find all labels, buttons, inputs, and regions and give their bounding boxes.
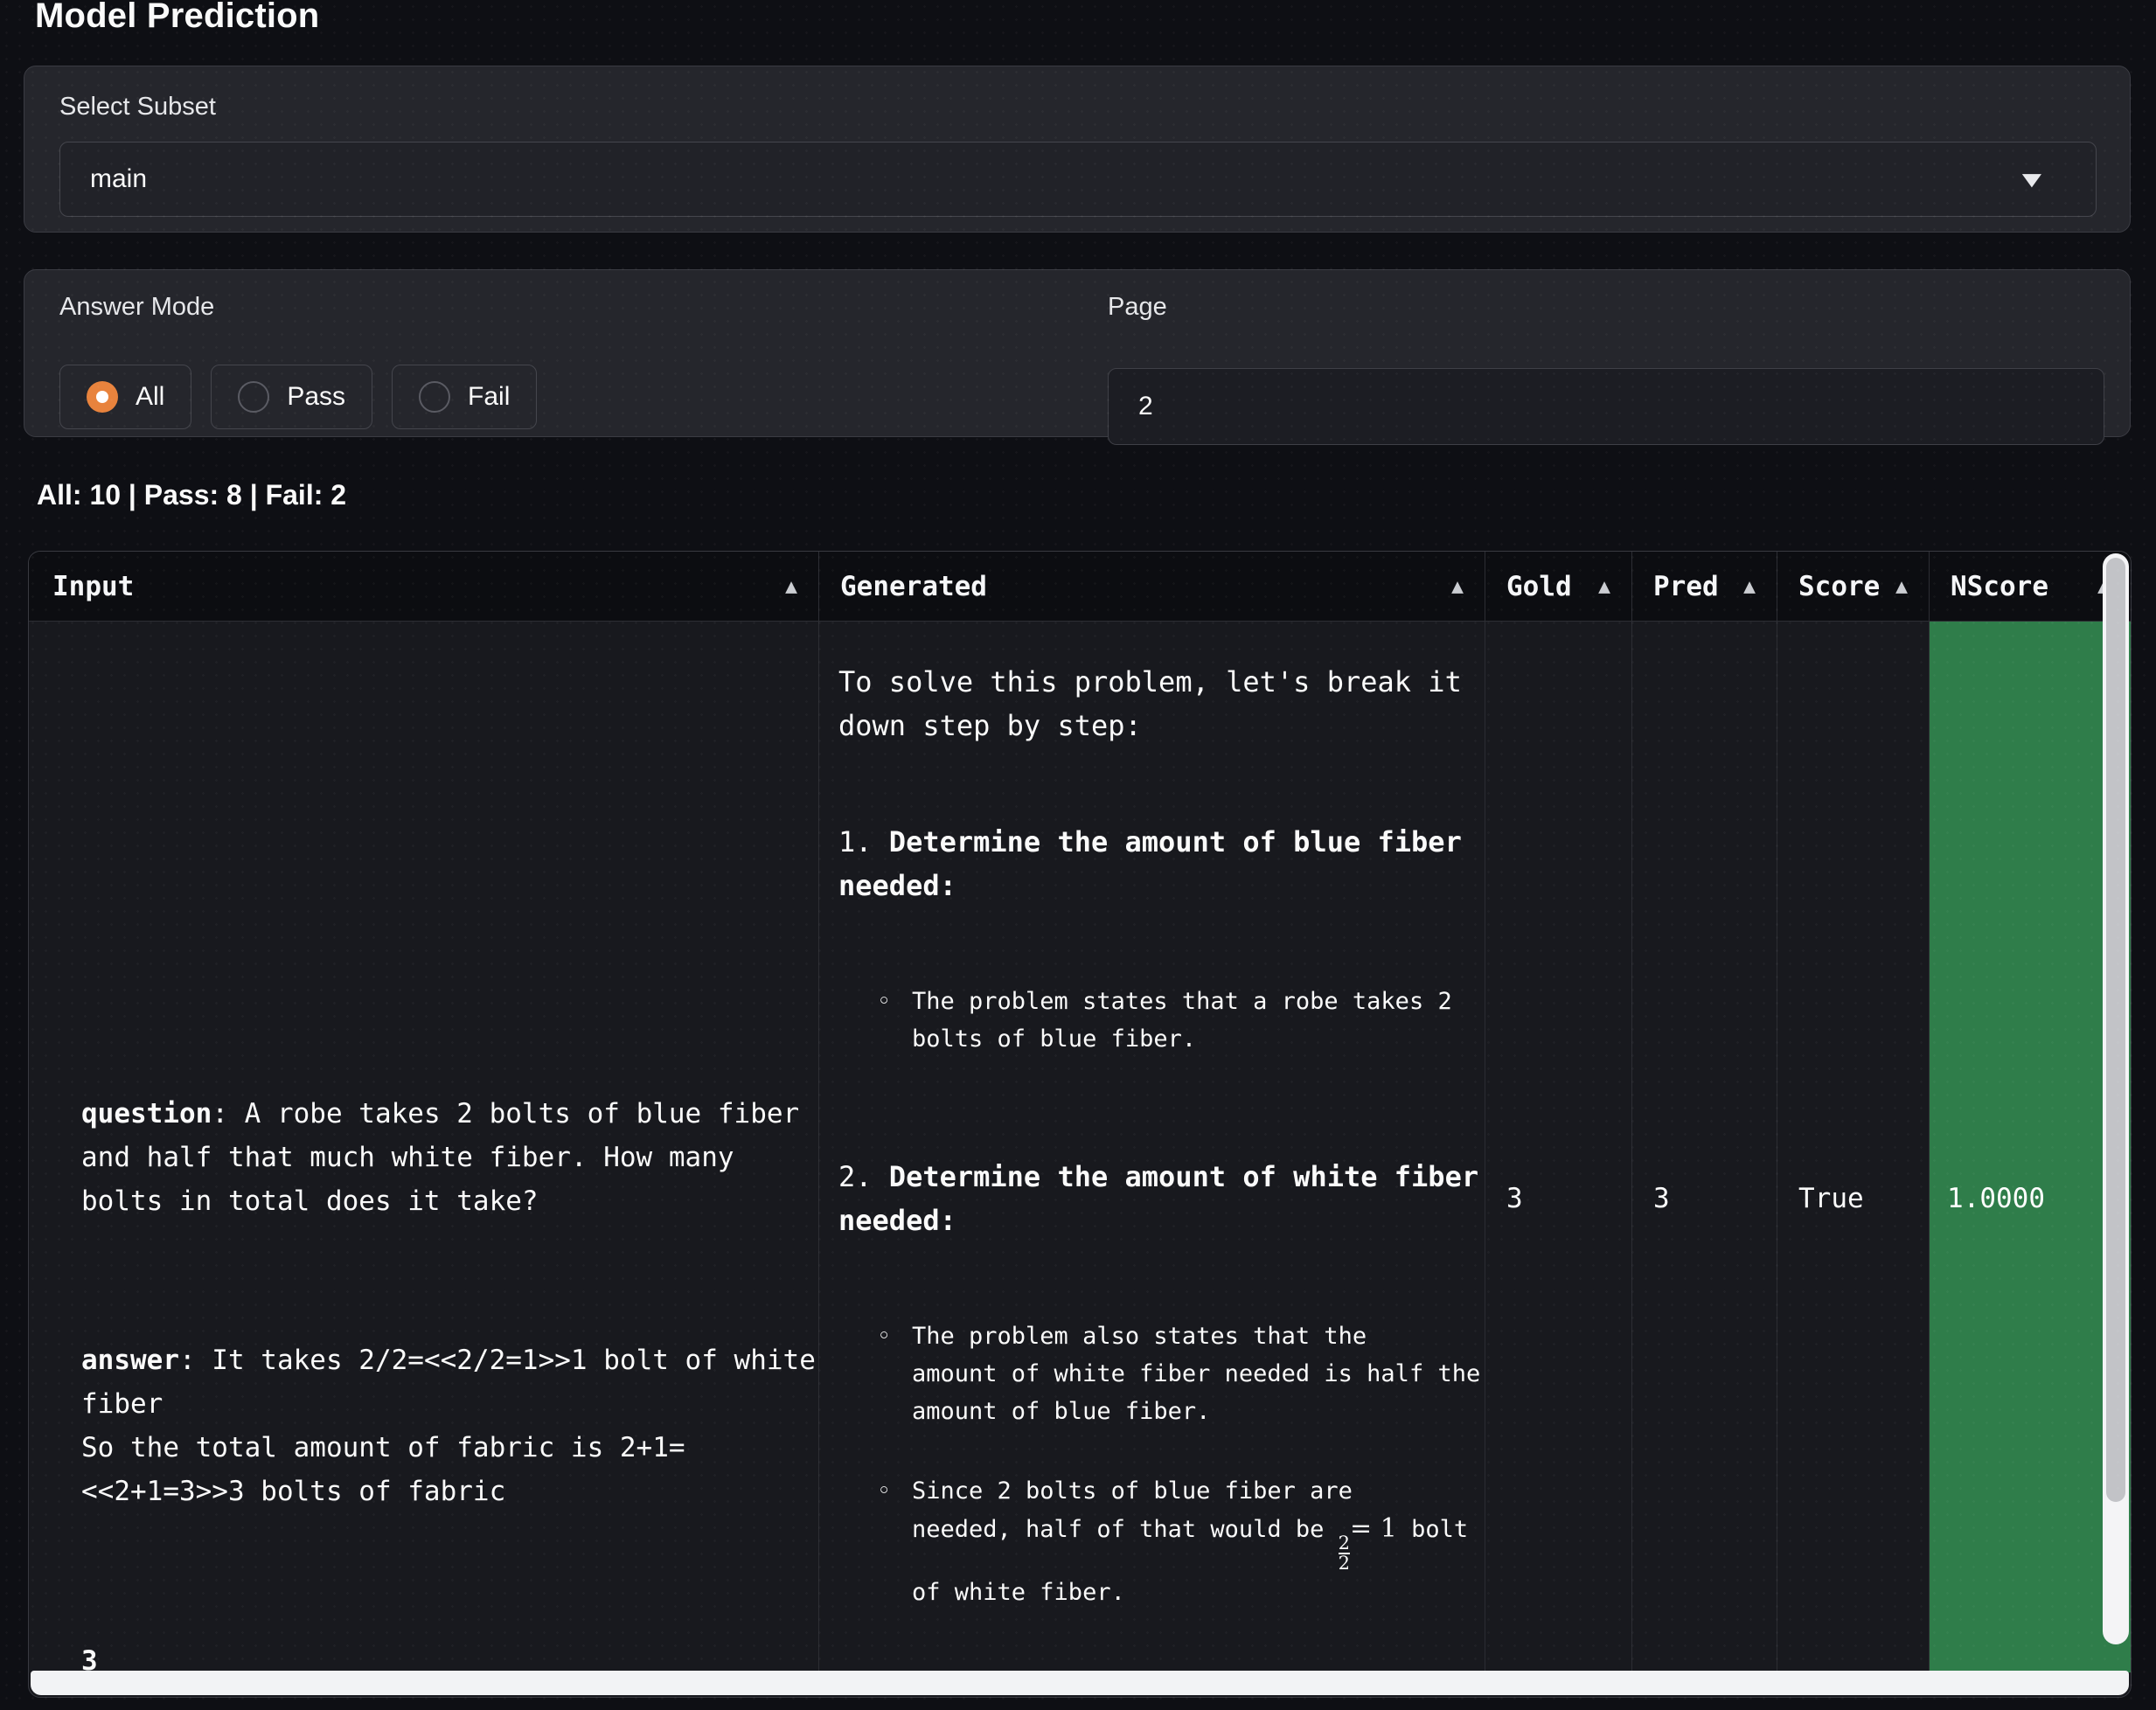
- radio-option-fail[interactable]: Fail: [392, 365, 537, 429]
- cell-pred[interactable]: 3: [1631, 622, 1777, 1672]
- bullet-text: The problem also states that the amount …: [912, 1323, 1480, 1425]
- section-number: 1.: [838, 825, 889, 858]
- bullet-text: Since 2 bolts of blue fiber are needed, …: [912, 1477, 1353, 1543]
- cell-gold[interactable]: 3: [1485, 622, 1631, 1672]
- column-header-label: Generated: [840, 571, 987, 602]
- app-root: Model Prediction Select Subset main ▼ An…: [0, 0, 2156, 1710]
- section-title-text: Determine the amount of white fiber need…: [838, 1160, 1478, 1237]
- section-title-text: Determine the amount of blue fiber neede…: [838, 825, 1462, 902]
- bullet-text: The problem states that a robe takes 2 b…: [912, 988, 1452, 1053]
- sort-icon: ▲: [1451, 575, 1464, 598]
- answer-mode-label: Answer Mode: [59, 293, 1091, 322]
- column-header-generated[interactable]: Generated ▲: [818, 552, 1485, 621]
- answer-text: : It takes 2/2=<<2/2=1>>1 bolt of white …: [81, 1345, 816, 1507]
- final-answer: 3: [81, 1645, 98, 1672]
- list-item: The problem states that a robe takes 2 b…: [838, 983, 1473, 1058]
- column-header-input[interactable]: Input ▲: [29, 552, 818, 621]
- sort-icon: ▲: [1598, 575, 1610, 598]
- section-number: 2.: [838, 1160, 889, 1193]
- horizontal-scrollbar[interactable]: [31, 1671, 2129, 1695]
- column-header-label: NScore: [1951, 571, 2048, 602]
- sort-icon: ▲: [785, 575, 797, 598]
- column-header-pred[interactable]: Pred ▲: [1631, 552, 1777, 621]
- radio-label-fail: Fail: [468, 382, 510, 412]
- score-value: True: [1798, 1183, 1864, 1214]
- chevron-down-icon: ▼: [2015, 168, 2048, 191]
- fraction-denominator: 2: [1339, 1553, 1350, 1573]
- sort-icon: ▲: [1895, 575, 1908, 598]
- answer-mode-radio-group: All Pass Fail: [59, 365, 537, 429]
- controls-card: Answer Mode All Pass Fail Page 2: [24, 269, 2131, 437]
- fraction-numerator: 2: [1339, 1534, 1350, 1553]
- vertical-scrollbar-thumb[interactable]: [2106, 558, 2125, 1502]
- page-column: Page 2: [1108, 293, 2104, 322]
- question-label: question: [81, 1098, 212, 1130]
- counts-status: All: 10 | Pass: 8 | Fail: 2: [37, 479, 346, 511]
- gold-value: 3: [1506, 1183, 1523, 1214]
- radio-label-all: All: [136, 382, 164, 412]
- cell-generated[interactable]: To solve this problem, let's break it do…: [818, 622, 1485, 1672]
- generated-section-title: 1. Determine the amount of blue fiber ne…: [838, 820, 1473, 907]
- vertical-scrollbar-track[interactable]: [2103, 553, 2129, 1644]
- subset-label: Select Subset: [59, 93, 216, 122]
- fraction: 22: [1339, 1534, 1350, 1574]
- subset-card: Select Subset main ▼: [24, 66, 2131, 233]
- subset-select[interactable]: main ▼: [59, 142, 2097, 217]
- generated-bullet-list: The problem states that a robe takes 2 b…: [838, 949, 1473, 1100]
- column-header-label: Input: [52, 571, 134, 602]
- column-header-label: Pred: [1653, 571, 1719, 602]
- cell-input[interactable]: question: A robe takes 2 bolts of blue f…: [29, 622, 818, 1672]
- page-number-input[interactable]: 2: [1108, 368, 2104, 445]
- generated-intro: To solve this problem, let's break it do…: [838, 660, 1473, 747]
- pred-value: 3: [1653, 1183, 1670, 1214]
- list-item: Since 2 bolts of blue fiber are needed, …: [838, 1472, 1473, 1611]
- radio-label-pass: Pass: [287, 382, 345, 412]
- answer-mode-column: Answer Mode All Pass Fail: [59, 293, 1091, 322]
- input-cell-content: question: A robe takes 2 bolts of blue f…: [81, 1004, 818, 1672]
- answer-label: answer: [81, 1345, 179, 1376]
- math-equals: = 1: [1350, 1513, 1397, 1544]
- page-number-value: 2: [1109, 392, 1153, 421]
- page-label: Page: [1108, 293, 2104, 322]
- column-header-score[interactable]: Score ▲: [1777, 552, 1929, 621]
- column-header-label: Gold: [1506, 571, 1572, 602]
- table-row: question: A robe takes 2 bolts of blue f…: [29, 622, 2131, 1672]
- column-header-nscore[interactable]: NScore ▲: [1929, 552, 2131, 621]
- radio-option-all[interactable]: All: [59, 365, 191, 429]
- radio-unselected-icon: [419, 381, 450, 413]
- table-header-row: Input ▲ Generated ▲ Gold ▲ Pred ▲ Score …: [29, 552, 2131, 622]
- cell-nscore[interactable]: 1.0000: [1929, 622, 2131, 1672]
- subset-selected-value: main: [60, 164, 147, 194]
- sort-icon: ▲: [1743, 575, 1756, 598]
- radio-unselected-icon: [238, 381, 269, 413]
- predictions-table: Input ▲ Generated ▲ Gold ▲ Pred ▲ Score …: [28, 551, 2132, 1698]
- radio-option-pass[interactable]: Pass: [211, 365, 372, 429]
- cell-score[interactable]: True: [1777, 622, 1929, 1672]
- radio-selected-icon: [87, 381, 118, 413]
- column-header-gold[interactable]: Gold ▲: [1485, 552, 1631, 621]
- generated-cell-content: To solve this problem, let's break it do…: [838, 627, 1473, 1672]
- nscore-value: 1.0000: [1947, 1183, 2045, 1214]
- page-title: Model Prediction: [35, 0, 319, 37]
- generated-section-title: 2. Determine the amount of white fiber n…: [838, 1155, 1473, 1242]
- column-header-label: Score: [1798, 571, 1880, 602]
- list-item: The problem also states that the amount …: [838, 1317, 1473, 1430]
- generated-bullet-list: The problem also states that the amount …: [838, 1284, 1473, 1653]
